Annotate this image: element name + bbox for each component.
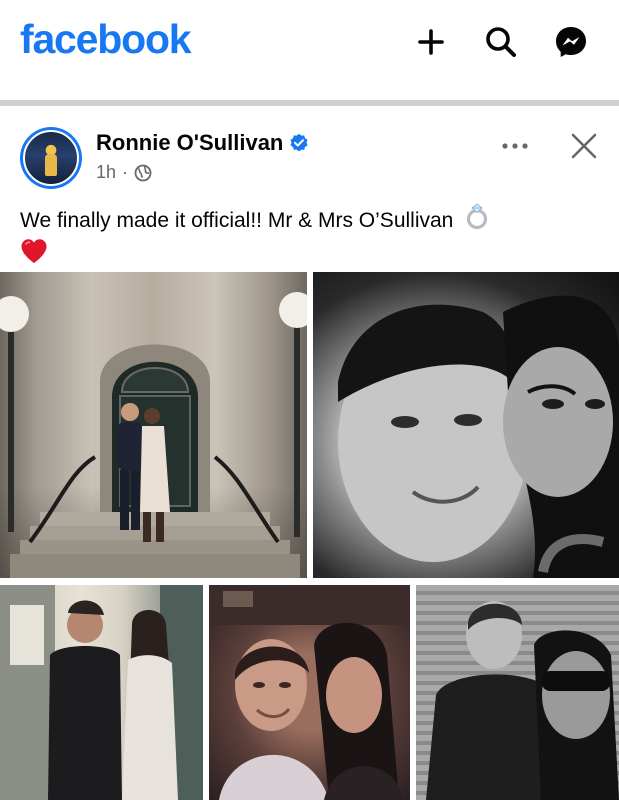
post-time[interactable]: 1h [96,162,116,183]
post-photo-1[interactable] [0,272,307,578]
avatar-image [23,130,79,186]
author-row: Ronnie O'Sullivan [96,130,309,156]
photo-2-scene [338,295,619,578]
heart-emoji-icon [21,239,47,263]
avatar[interactable] [20,127,82,189]
post-header: Ronnie O'Sullivan 1h · [0,106,619,196]
facebook-logo[interactable]: facebook [20,16,192,63]
messenger-icon [556,27,586,57]
photo-1-scene [0,292,307,578]
post-photo-2[interactable] [313,272,619,578]
post-meta: 1h · [96,162,152,183]
photo-3-scene [0,585,203,800]
plus-icon [418,29,444,55]
messenger-button[interactable] [551,22,591,62]
caption-text: We finally made it official!! Mr & Mrs O… [20,209,454,232]
search-icon [486,27,516,57]
create-button[interactable] [411,22,451,62]
verified-badge-icon [290,133,308,152]
post-caption: We finally made it official!! Mr & Mrs O… [20,200,610,264]
post-photo-4[interactable] [209,585,410,800]
ring-emoji-icon [467,203,488,230]
post-photo-3[interactable] [0,585,203,800]
photo-4-scene [209,585,410,800]
search-button[interactable] [481,22,521,62]
post-photo-5[interactable] [416,585,619,800]
photo-5-scene [416,585,619,800]
more-options-icon[interactable] [498,134,532,158]
author-name[interactable]: Ronnie O'Sullivan [96,130,283,156]
globe-icon [134,164,152,181]
meta-separator: · [122,162,129,182]
close-icon[interactable] [568,130,600,162]
top-bar: facebook [0,0,619,100]
